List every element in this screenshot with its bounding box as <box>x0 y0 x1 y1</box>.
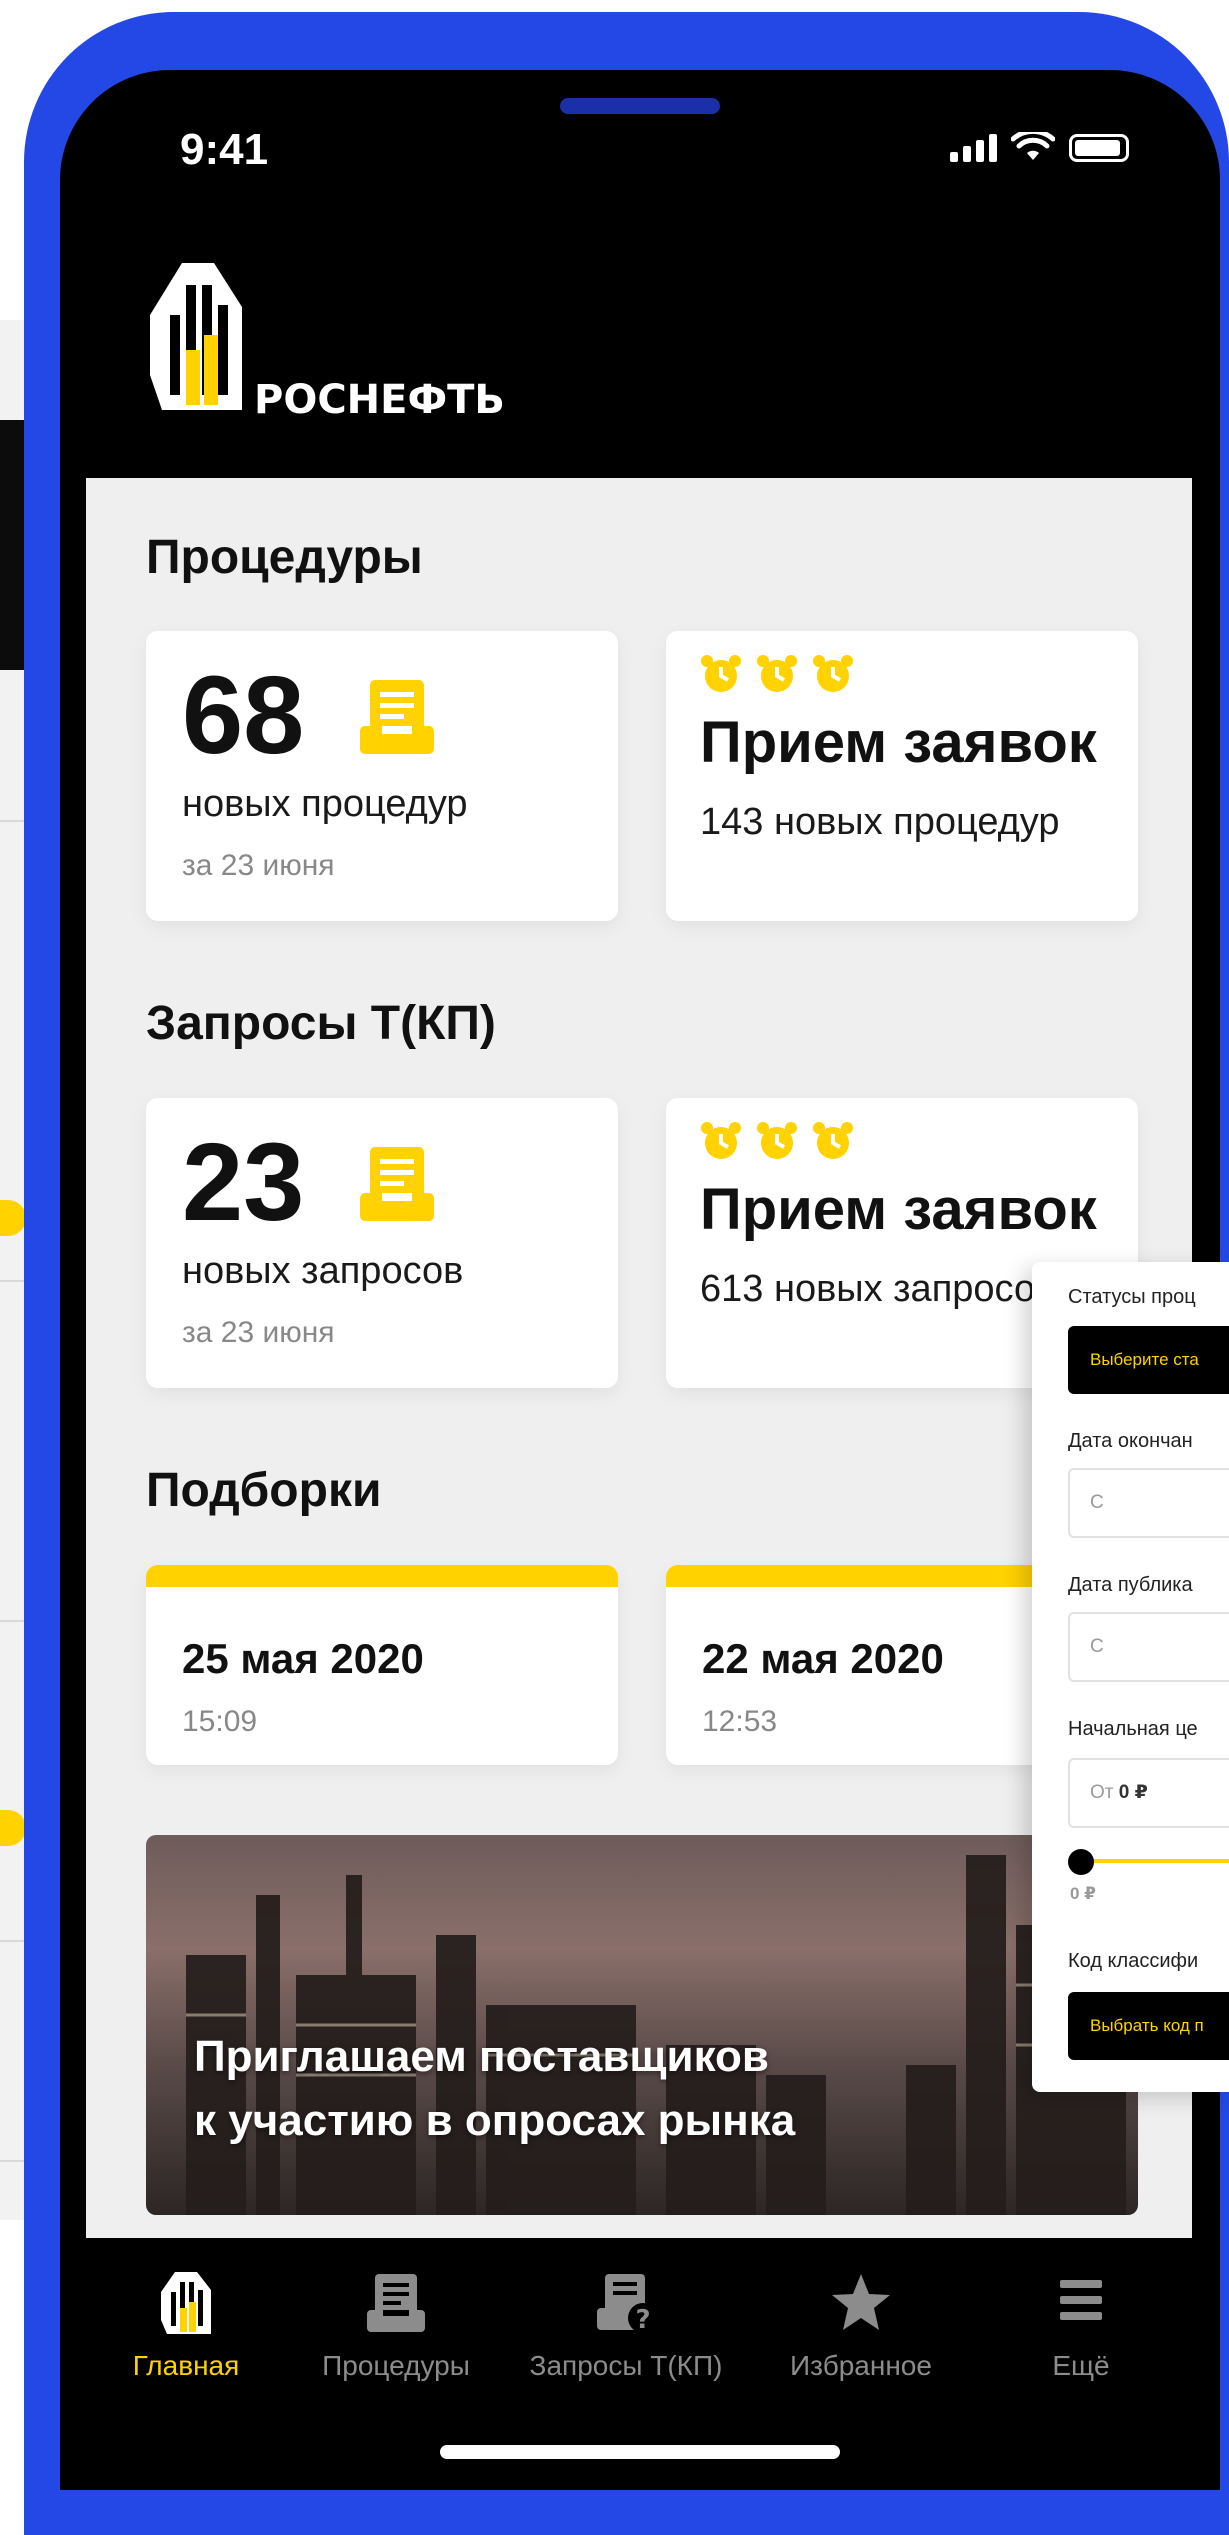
filter-price-label: Начальная це <box>1068 1718 1198 1740</box>
filter-panel: Статусы проц Выберите ста Дата окончан С… <box>1032 1262 1229 2092</box>
filter-price-from-input[interactable]: От 0 ₽ <box>1068 1758 1229 1828</box>
document-tray-icon <box>360 1147 434 1221</box>
filter-statuses-label: Статусы проц <box>1068 1286 1196 1308</box>
tab-requests[interactable]: ? Запросы Т(КП) <box>506 2268 746 2382</box>
requests-accepting-count: 613 новых запросов <box>700 1268 1056 1310</box>
filter-end-date-input[interactable]: С <box>1068 1468 1229 1538</box>
signal-icon <box>950 132 997 162</box>
selection-stripe <box>146 1565 618 1587</box>
menu-icon <box>1060 2280 1102 2320</box>
new-requests-count: 23 <box>182 1121 305 1244</box>
selections-title: Подборки <box>146 1464 382 1517</box>
procedures-accepting-count: 143 новых процедур <box>700 801 1060 843</box>
tab-home[interactable]: Главная <box>76 2268 296 2382</box>
alarm-clock-icon <box>813 655 853 692</box>
new-requests-date: за 23 июня <box>182 1316 335 1349</box>
tab-home-label: Главная <box>132 2350 240 2381</box>
rosneft-logo: РОСНЕФТЬ <box>150 263 505 423</box>
home-indicator <box>440 2445 840 2459</box>
phone-notch <box>340 70 925 170</box>
procedures-title: Процедуры <box>146 531 423 584</box>
rosneft-wordmark: РОСНЕФТЬ <box>254 377 505 423</box>
tab-favorites-label: Избранное <box>790 2350 932 2381</box>
peek-bank-icon <box>0 1200 26 1236</box>
wifi-icon <box>1011 132 1055 160</box>
new-requests-label: новых запросов <box>182 1250 464 1292</box>
document-tray-icon <box>367 2274 425 2332</box>
filter-end-date-label: Дата окончан <box>1068 1430 1193 1452</box>
selection-date: 25 мая 2020 <box>182 1635 424 1682</box>
document-tray-icon <box>360 680 434 754</box>
price-slider-track[interactable] <box>1082 1859 1229 1863</box>
tab-requests-label: Запросы Т(КП) <box>529 2350 723 2381</box>
filter-pub-date-label: Дата публика <box>1068 1574 1193 1596</box>
filter-price-from-prefix: От <box>1090 1782 1119 1803</box>
tab-more[interactable]: Ещё <box>971 2268 1191 2382</box>
selection-time: 12:53 <box>702 1705 778 1738</box>
price-slider-min-value: 0 ₽ <box>1070 1884 1097 1903</box>
battery-icon <box>1069 134 1129 162</box>
requests-title: Запросы Т(КП) <box>146 997 496 1050</box>
tab-favorites[interactable]: Избранное <box>751 2268 971 2382</box>
alarm-clock-icon <box>701 655 741 692</box>
alarm-clock-icon <box>813 1122 853 1159</box>
selection-time: 15:09 <box>182 1705 258 1738</box>
rosneft-logo-icon <box>161 2272 211 2334</box>
alarm-clocks <box>700 653 854 695</box>
tab-procedures[interactable]: Процедуры <box>286 2268 506 2382</box>
filter-code-button[interactable]: Выбрать код п <box>1068 1992 1229 2060</box>
suppliers-survey-banner[interactable]: Приглашаем поставщиков к участию в опрос… <box>146 1835 1138 2215</box>
banner-text: Приглашаем поставщиков к участию в опрос… <box>194 2025 914 2153</box>
tab-procedures-label: Процедуры <box>322 2350 470 2381</box>
svg-text:?: ? <box>635 2305 650 2335</box>
new-procedures-label: новых процедур <box>182 783 468 825</box>
status-icons <box>950 132 1129 162</box>
alarm-clock-icon <box>757 1122 797 1159</box>
procedures-accepting-card[interactable]: Прием заявок 143 новых процедур <box>666 631 1138 921</box>
phone-speaker <box>560 98 720 114</box>
price-slider-handle[interactable] <box>1068 1849 1094 1875</box>
home-content: Процедуры 68 новых процедур за 23 июня П… <box>86 478 1192 2238</box>
new-procedures-count: 68 <box>182 654 305 777</box>
bottom-tab-bar: Главная Процедуры ? Запросы Т(КП) Избран… <box>86 2238 1192 2468</box>
banner-line-2: к участию в опросах рынка <box>194 2095 796 2145</box>
star-icon <box>832 2274 890 2330</box>
document-question-icon: ? <box>597 2274 658 2335</box>
peek-bank-icon <box>0 1810 26 1846</box>
banner-line-1: Приглашаем поставщиков <box>194 2032 769 2081</box>
filter-pub-date-input[interactable]: С <box>1068 1612 1229 1682</box>
requests-accepting-heading: Прием заявок <box>700 1177 1097 1242</box>
alarm-clock-icon <box>757 655 797 692</box>
tab-more-label: Ещё <box>1052 2350 1110 2381</box>
rosneft-emblem-icon <box>150 263 242 410</box>
procedures-accepting-heading: Прием заявок <box>700 710 1097 775</box>
filter-statuses-button[interactable]: Выберите ста <box>1068 1326 1229 1394</box>
filter-price-from-value: 0 ₽ <box>1118 1782 1148 1803</box>
selection-date: 22 мая 2020 <box>702 1635 944 1682</box>
alarm-clocks <box>700 1120 854 1162</box>
new-procedures-card[interactable]: 68 новых процедур за 23 июня <box>146 631 618 921</box>
status-time: 9:41 <box>180 125 269 174</box>
filter-code-label: Код классифи <box>1068 1950 1199 1972</box>
alarm-clock-icon <box>701 1122 741 1159</box>
new-procedures-date: за 23 июня <box>182 849 335 882</box>
new-requests-card[interactable]: 23 новых запросов за 23 июня <box>146 1098 618 1388</box>
selection-card[interactable]: 25 мая 2020 15:09 <box>146 1565 618 1765</box>
